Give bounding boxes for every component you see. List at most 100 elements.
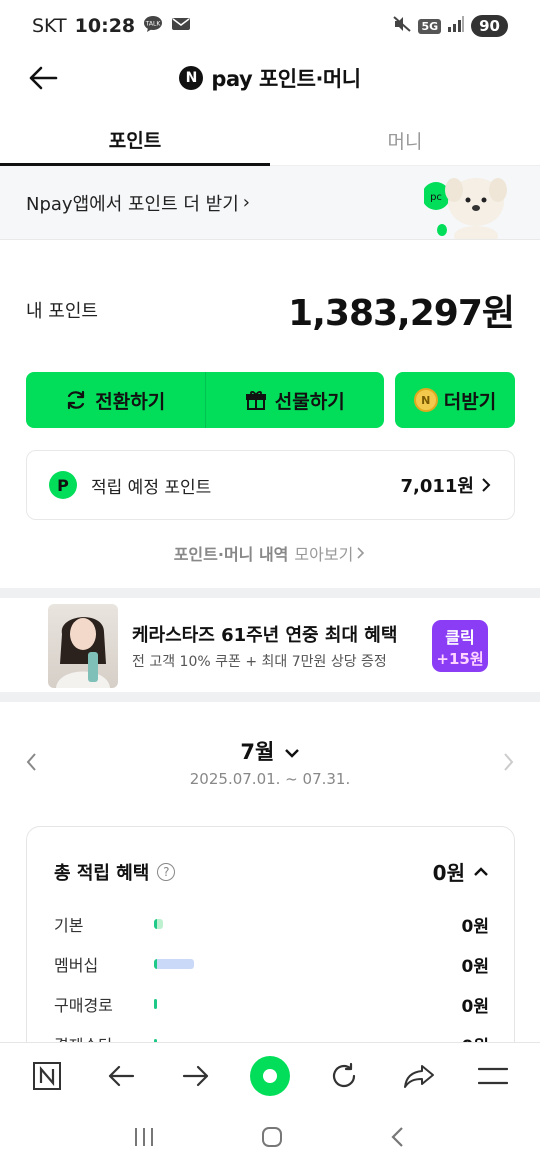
benefit-row-membership: 멤버십 0원 <box>54 951 489 977</box>
benefit-header[interactable]: 총 적립 혜택 ? 0원 <box>54 857 489 886</box>
row-value: 0원 <box>461 996 489 1017</box>
chevron-up-icon <box>474 866 488 876</box>
npay-app-promo-banner[interactable]: Npay앱에서 포인트 더 받기 › pc <box>0 166 540 240</box>
recent-apps-button[interactable] <box>132 1126 156 1152</box>
tab-points[interactable]: 포인트 <box>0 116 270 166</box>
row-value: 0원 <box>461 916 489 937</box>
ad-title: 케라스타즈 61주년 연중 최대 혜택 <box>132 625 398 646</box>
browser-back-button[interactable] <box>96 1051 146 1101</box>
benefit-bar <box>154 919 163 929</box>
convert-button[interactable]: 전환하기 <box>26 372 205 428</box>
arrow-left-icon <box>109 1065 135 1086</box>
share-button[interactable] <box>394 1051 444 1101</box>
mute-icon <box>392 15 412 38</box>
benefit-bar <box>154 959 194 969</box>
back-nav-button[interactable] <box>388 1125 408 1153</box>
ad-texts: 케라스타즈 61주년 연중 최대 혜택 전 고객 10% 쿠폰 + 최대 7만원… <box>132 621 397 671</box>
mail-icon <box>171 15 191 37</box>
ad-model-image <box>48 604 118 688</box>
history-link-rest: 모아보기 <box>294 545 354 564</box>
refresh-icon <box>68 390 85 410</box>
arrow-left-icon <box>29 66 58 90</box>
menu-button[interactable] <box>468 1051 518 1101</box>
point-action-group: 전환하기 선물하기 <box>26 372 384 428</box>
naver-logo-icon: N <box>179 66 204 90</box>
my-points-label: 내 포인트 <box>26 301 98 322</box>
chevron-right-icon <box>357 547 365 559</box>
svg-text:TALK: TALK <box>145 20 162 27</box>
back-button[interactable] <box>26 62 60 94</box>
page-title: N pay 포인트·머니 <box>179 63 361 93</box>
next-month-button[interactable] <box>498 750 518 774</box>
share-icon <box>403 1064 434 1088</box>
section-divider <box>0 588 540 598</box>
green-dot-icon <box>249 1055 290 1096</box>
help-icon[interactable]: ? <box>157 862 176 881</box>
promo-text: Npay앱에서 포인트 더 받기 <box>26 193 239 215</box>
history-link-strong: 포인트·머니 내역 <box>173 545 289 564</box>
expected-points-value: 7,011원 <box>400 476 475 497</box>
convert-label: 전환하기 <box>95 390 166 413</box>
month-navigator: 7월 2025.07.01. ~ 07.31. <box>0 736 540 796</box>
tab-bar: 포인트 머니 <box>0 116 540 166</box>
naver-home-button[interactable] <box>22 1051 72 1101</box>
gift-button[interactable]: 선물하기 <box>206 372 385 428</box>
naver-home-icon <box>33 1061 62 1090</box>
benefit-total-value: 0원 <box>432 861 465 885</box>
page-title-text: pay 포인트·머니 <box>211 67 361 91</box>
month-range: 2025.07.01. ~ 07.31. <box>189 770 351 788</box>
benefit-title: 총 적립 혜택 <box>54 862 150 884</box>
my-points-value: 1,383,297원 <box>288 293 515 334</box>
row-label: 멤버십 <box>54 956 99 975</box>
menu-icon <box>477 1067 508 1084</box>
ad-subtitle: 전 고객 10% 쿠폰 + 최대 7만원 상당 증정 <box>132 654 387 670</box>
status-left: SKT 10:28 TALK <box>32 15 191 38</box>
battery-indicator: 90 <box>471 15 508 37</box>
section-divider <box>0 692 540 702</box>
chevron-right-icon: › <box>242 192 250 213</box>
signal-icon <box>447 15 465 37</box>
benefit-row-basic: 기본 0원 <box>54 911 489 937</box>
ad-badge-bottom: +15원 <box>436 649 484 668</box>
earn-more-button[interactable]: N 더받기 <box>395 372 515 428</box>
talk-icon: TALK <box>143 15 163 38</box>
expected-points-label: 적립 예정 포인트 <box>91 477 212 498</box>
browser-forward-button[interactable] <box>171 1051 221 1101</box>
month-title: 7월 <box>240 740 275 764</box>
benefit-bar <box>154 999 157 1009</box>
android-nav-bar <box>0 1108 540 1170</box>
ad-badge-top: 클릭 <box>445 627 475 647</box>
month-selector[interactable]: 7월 <box>0 736 540 766</box>
chevron-down-icon <box>284 749 299 758</box>
recent-apps-icon <box>135 1128 153 1146</box>
gift-icon <box>245 391 266 410</box>
point-p-icon: P <box>49 471 77 499</box>
status-bar: SKT 10:28 TALK 5G 90 <box>0 0 540 52</box>
home-nav-button[interactable] <box>260 1125 284 1153</box>
mascot-illustration: pc <box>424 178 507 239</box>
status-right: 5G 90 <box>392 15 508 38</box>
coin-icon: N <box>413 388 438 412</box>
reload-button[interactable] <box>319 1051 369 1101</box>
refresh-icon <box>333 1062 356 1087</box>
tab-money[interactable]: 머니 <box>270 116 540 166</box>
browser-toolbar <box>0 1042 540 1108</box>
row-value: 0원 <box>461 956 489 977</box>
status-time: 10:28 <box>74 15 136 37</box>
gift-label: 선물하기 <box>274 390 345 413</box>
back-icon <box>391 1127 403 1147</box>
carrier-label: SKT <box>32 15 67 37</box>
arrow-right-icon <box>182 1065 208 1086</box>
benefit-row-purchase-route: 구매경로 0원 <box>54 991 489 1017</box>
row-label: 기본 <box>54 916 84 935</box>
chevron-right-icon <box>482 478 491 492</box>
ad-click-reward-badge[interactable]: 클릭 +15원 <box>432 620 488 672</box>
benefit-total: 0원 <box>433 857 489 886</box>
chevron-right-icon <box>504 753 514 771</box>
row-label: 구매경로 <box>54 996 113 1015</box>
history-link[interactable]: 포인트·머니 내역 모아보기 <box>0 538 540 568</box>
expected-points-card[interactable]: P 적립 예정 포인트 7,011원 <box>26 450 515 520</box>
green-dot-button[interactable] <box>245 1051 295 1101</box>
home-icon <box>262 1127 282 1147</box>
network-icon: 5G <box>418 18 442 34</box>
